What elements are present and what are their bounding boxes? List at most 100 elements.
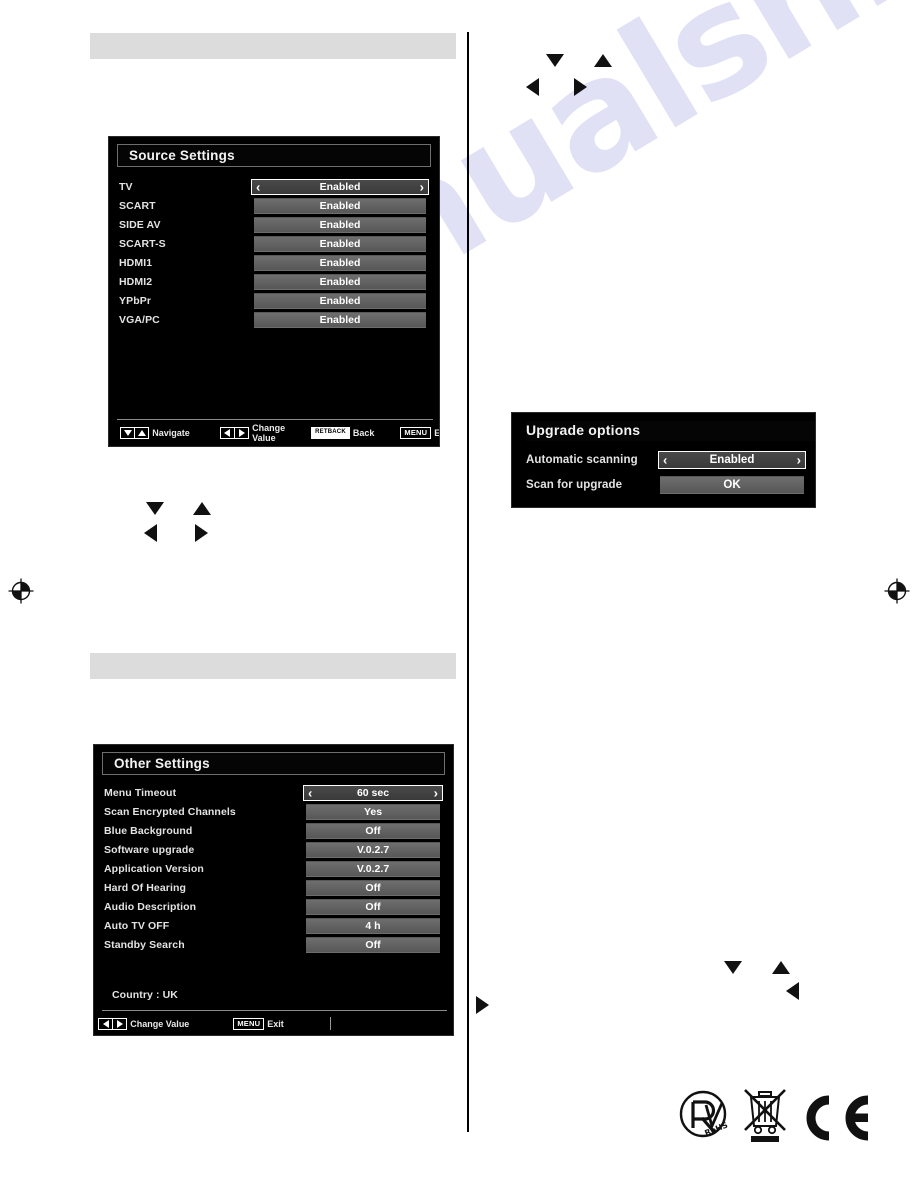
nav-left-right-keycap[interactable] (219, 426, 250, 439)
row-vga-pc-value[interactable]: Enabled (254, 312, 426, 329)
row-scan-for-upgrade-value[interactable]: OK (660, 475, 804, 494)
row-tv[interactable]: TV ‹ Enabled › (119, 178, 429, 197)
other-settings-menu[interactable]: Other Settings Menu Timeout ‹ 60 sec › S… (93, 744, 454, 1036)
row-hdmi2-label: HDMI2 (119, 276, 153, 289)
manual-page: manualshive.com Source Settings TV ‹ Ena… (0, 0, 918, 1188)
row-software-upgrade-value[interactable]: V.0.2.7 (306, 842, 440, 859)
arrow-left-icon (144, 524, 157, 542)
row-audio-description-label: Audio Description (104, 901, 197, 914)
row-ypbpr-label: YPbPr (119, 295, 152, 308)
chevron-left-icon[interactable]: ‹ (663, 453, 667, 466)
arrow-down-icon (724, 961, 742, 974)
row-blue-background-label: Blue Background (104, 825, 193, 838)
nav-down-up-keycap[interactable] (120, 426, 150, 439)
menu-keycap[interactable]: MENU (233, 1017, 265, 1030)
arrow-left-icon (786, 982, 799, 1000)
row-ypbpr-value[interactable]: Enabled (254, 293, 426, 310)
footer-change-value[interactable]: Change Value (98, 1017, 190, 1030)
row-scan-encrypted-channels-value[interactable]: Yes (306, 804, 440, 821)
other-settings-title: Other Settings (102, 752, 445, 775)
upgrade-options-menu[interactable]: Upgrade options Automatic scanning ‹ Ena… (511, 412, 816, 508)
row-hdmi1-value[interactable]: Enabled (254, 255, 426, 272)
upgrade-options-rows: Automatic scanning ‹ Enabled › Scan for … (512, 441, 815, 495)
row-software-upgrade[interactable]: Software upgrade V.0.2.7 (104, 841, 443, 860)
retback-key-label: RETBACK (315, 429, 346, 435)
row-side-av[interactable]: SIDE AV Enabled (119, 216, 429, 235)
row-scart-label: SCART (119, 200, 156, 213)
chevron-right-icon[interactable]: › (434, 787, 438, 800)
row-menu-timeout-label: Menu Timeout (104, 787, 177, 800)
menu-keycap[interactable]: MENU (400, 426, 432, 439)
chevron-right-icon[interactable]: › (420, 181, 424, 194)
arrow-down-icon (146, 502, 164, 515)
nav-left-right-keycap[interactable] (98, 1017, 128, 1030)
row-ypbpr[interactable]: YPbPr Enabled (119, 292, 429, 311)
row-blue-background-value[interactable]: Off (306, 823, 440, 840)
row-automatic-scanning-value-field[interactable]: ‹ Enabled › (658, 450, 806, 469)
footer-change-value[interactable]: Change Value (219, 423, 285, 443)
row-automatic-scanning[interactable]: Automatic scanning ‹ Enabled › (526, 449, 806, 470)
row-tv-value: Enabled (319, 181, 361, 194)
row-hdmi1[interactable]: HDMI1 Enabled (119, 254, 429, 273)
row-auto-tv-off[interactable]: Auto TV OFF 4 h (104, 917, 443, 936)
footer-exit[interactable]: MENU Exit (400, 426, 439, 439)
rohs-logo: RoHS (676, 1088, 732, 1149)
source-settings-title: Source Settings (117, 144, 431, 167)
chevron-right-icon[interactable]: › (797, 453, 801, 466)
row-software-upgrade-label: Software upgrade (104, 844, 195, 857)
footer-navigate-label: Navigate (152, 427, 190, 438)
row-hard-of-hearing-value[interactable]: Off (306, 880, 440, 897)
arrow-right-icon (476, 996, 489, 1014)
source-settings-footer-separator (117, 419, 433, 420)
arrow-up-icon (137, 429, 146, 436)
row-automatic-scanning-label: Automatic scanning (526, 453, 638, 466)
row-scart[interactable]: SCART Enabled (119, 197, 429, 216)
row-auto-tv-off-value[interactable]: 4 h (306, 918, 440, 935)
row-tv-value-field[interactable]: ‹ Enabled › (251, 179, 429, 196)
row-menu-timeout-value-field[interactable]: ‹ 60 sec › (303, 785, 443, 802)
menu-key-label: MENU (237, 1019, 261, 1028)
chevron-left-icon[interactable]: ‹ (256, 181, 260, 194)
row-hdmi2-value[interactable]: Enabled (254, 274, 426, 291)
row-scart-s[interactable]: SCART-S Enabled (119, 235, 429, 254)
row-audio-description-value[interactable]: Off (306, 899, 440, 916)
row-menu-timeout[interactable]: Menu Timeout ‹ 60 sec › (104, 784, 443, 803)
row-scart-value[interactable]: Enabled (254, 198, 426, 215)
row-standby-search-label: Standby Search (104, 939, 185, 952)
row-application-version[interactable]: Application Version V.0.2.7 (104, 860, 443, 879)
row-vga-pc[interactable]: VGA/PC Enabled (119, 311, 429, 330)
section-header-bar-other-settings (90, 653, 456, 679)
menu-key-label: MENU (404, 428, 428, 437)
retback-keycap[interactable]: RETBACK (311, 426, 350, 439)
row-standby-search[interactable]: Standby Search Off (104, 936, 443, 955)
row-scan-encrypted-channels[interactable]: Scan Encrypted Channels Yes (104, 803, 443, 822)
row-application-version-value[interactable]: V.0.2.7 (306, 861, 440, 878)
row-side-av-value[interactable]: Enabled (254, 217, 426, 234)
row-scan-for-upgrade-label: Scan for upgrade (526, 478, 623, 491)
section-header-bar-source-settings (90, 33, 456, 59)
row-hard-of-hearing[interactable]: Hard Of Hearing Off (104, 879, 443, 898)
footer-navigate[interactable]: Navigate (120, 426, 190, 439)
arrow-left-icon (224, 428, 231, 437)
row-hard-of-hearing-label: Hard Of Hearing (104, 882, 187, 895)
chevron-left-icon[interactable]: ‹ (308, 787, 312, 800)
registration-mark-right (884, 578, 910, 604)
ce-mark-logo (796, 1092, 872, 1149)
footer-exit[interactable]: MENU Exit (233, 1017, 284, 1030)
row-scart-s-label: SCART-S (119, 238, 166, 251)
row-auto-tv-off-label: Auto TV OFF (104, 920, 170, 933)
registration-mark-left (8, 578, 34, 604)
arrow-up-icon (594, 54, 612, 67)
row-standby-search-value[interactable]: Off (306, 937, 440, 954)
row-hdmi2[interactable]: HDMI2 Enabled (119, 273, 429, 292)
source-settings-menu[interactable]: Source Settings TV ‹ Enabled › SCART Ena… (108, 136, 440, 447)
footer-change-value-label: Change Value (130, 1018, 190, 1029)
row-scart-s-value[interactable]: Enabled (254, 236, 426, 253)
row-blue-background[interactable]: Blue Background Off (104, 822, 443, 841)
row-audio-description[interactable]: Audio Description Off (104, 898, 443, 917)
upgrade-options-title: Upgrade options (526, 421, 815, 441)
row-menu-timeout-value: 60 sec (356, 787, 390, 800)
footer-back[interactable]: RETBACK Back (311, 426, 374, 439)
row-scan-for-upgrade[interactable]: Scan for upgrade OK (526, 474, 806, 495)
arrow-left-icon (102, 1019, 109, 1028)
